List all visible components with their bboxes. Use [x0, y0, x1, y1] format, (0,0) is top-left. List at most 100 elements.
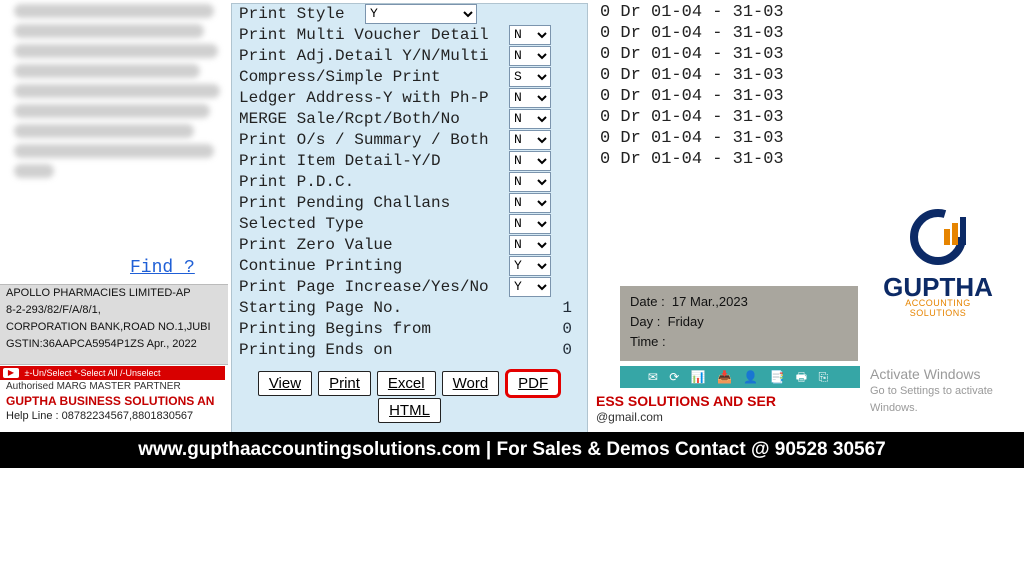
action-icon-strip[interactable]: ✉ ⟳ 📊 📥 👤 📑 🖶 ⎘	[620, 366, 860, 388]
bg-smudge	[14, 144, 214, 158]
day-label: Day :	[630, 314, 660, 329]
dialog-row-label: Selected Type	[231, 215, 509, 233]
footer-bar: www.gupthaaccountingsolutions.com | For …	[0, 432, 1024, 468]
dialog-row-select[interactable]: S	[509, 67, 551, 87]
dialog-row: Print O/s / Summary / BothN	[231, 129, 588, 150]
pdf-button[interactable]: PDF	[505, 369, 561, 398]
date-label: Date :	[630, 294, 665, 309]
dialog-row-select[interactable]: N	[509, 172, 551, 192]
time-label: Time :	[630, 334, 666, 349]
authorised-partner-label: Authorised MARG MASTER PARTNER	[0, 380, 231, 392]
selection-hint-text: ±-Un/Select *-Select All /-Unselect	[25, 368, 161, 378]
dialog-row: Print Adj.Detail Y/N/MultiN	[231, 45, 588, 66]
dialog-row: Compress/Simple PrintS	[231, 66, 588, 87]
guptha-g-icon	[908, 207, 968, 267]
dialog-row-label: Compress/Simple Print	[231, 68, 509, 86]
dialog-row-label: Print O/s / Summary / Both	[231, 131, 509, 149]
dialog-row: Starting Page No.1	[231, 297, 588, 318]
dialog-row: Print Page Increase/Yes/NoY	[231, 276, 588, 297]
dialog-row: Printing Begins from 0	[231, 318, 588, 339]
ledger-period-line: 0 Dr 01-04 - 31-03	[600, 45, 784, 64]
dialog-row: Ledger Address-Y with Ph-PN	[231, 87, 588, 108]
bg-smudge	[14, 64, 200, 78]
bg-smudge	[14, 24, 204, 38]
dialog-row-select[interactable]: N	[509, 130, 551, 150]
dialog-row: Print Pending ChallansN	[231, 192, 588, 213]
activate-sub: Go to Settings to activate Windows.	[870, 383, 1024, 417]
dialog-row-label: Printing Ends on	[231, 341, 509, 359]
info-line: 8-2-293/82/F/A/8/1,	[6, 302, 231, 319]
dialog-row-label: MERGE Sale/Rcpt/Both/No	[231, 110, 509, 128]
ledger-period-line: 0 Dr 01-04 - 31-03	[600, 3, 784, 22]
dialog-row-select[interactable]: N	[509, 214, 551, 234]
company-info-panel: APOLLO PHARMACIES LIMITED-AP 8-2-293/82/…	[0, 284, 231, 365]
info-line: APOLLO PHARMACIES LIMITED-AP	[6, 285, 231, 302]
dialog-row: Print P.D.C.N	[231, 171, 588, 192]
dialog-row: Continue PrintingY	[231, 255, 588, 276]
find-link[interactable]: Find ?	[130, 258, 195, 278]
dialog-row-select[interactable]: N	[509, 235, 551, 255]
dialog-row-select[interactable]: Y	[509, 256, 551, 276]
youtube-icon: ▶	[3, 368, 19, 378]
dialog-row-label: Print P.D.C.	[231, 173, 509, 191]
bg-smudge	[14, 84, 220, 98]
dialog-row-label: Print Style	[231, 5, 359, 23]
print-options-dialog: Print StyleYPrint Multi Voucher DetailNP…	[228, 0, 591, 436]
dialog-row: Print Style Y	[231, 3, 588, 24]
date-value: 17 Mar.,2023	[672, 294, 748, 309]
dialog-row-label: Print Zero Value	[231, 236, 509, 254]
dialog-row-label: Print Multi Voucher Detail	[231, 26, 509, 44]
selection-hint-bar: ▶ ±-Un/Select *-Select All /-Unselect	[0, 366, 225, 380]
activate-title: Activate Windows	[870, 366, 1024, 383]
dialog-row-label: Printing Begins from	[231, 320, 509, 338]
activate-windows-watermark: Activate Windows Go to Settings to activ…	[870, 366, 1024, 417]
dialog-row-value: 0	[562, 341, 572, 359]
ledger-period-line: 0 Dr 01-04 - 31-03	[600, 129, 784, 148]
bg-smudge	[14, 44, 218, 58]
dialog-row-select[interactable]: Y	[365, 4, 477, 24]
dialog-row: MERGE Sale/Rcpt/Both/NoN	[231, 108, 588, 129]
html-button[interactable]: HTML	[378, 398, 441, 423]
info-line: GSTIN:36AAPCA5954P1ZS Apr., 2022	[6, 336, 231, 353]
logo-text: GUPTHA	[878, 276, 998, 298]
ledger-period-line: 0 Dr 01-04 - 31-03	[600, 24, 784, 43]
guptha-business-label: GUPTHA BUSINESS SOLUTIONS AN	[0, 394, 231, 408]
dialog-row: Selected TypeN	[231, 213, 588, 234]
ledger-period-line: 0 Dr 01-04 - 31-03	[600, 150, 784, 169]
bg-smudge	[14, 164, 54, 178]
dialog-row: Print Multi Voucher DetailN	[231, 24, 588, 45]
day-value: Friday	[668, 314, 704, 329]
dialog-row-label: Print Adj.Detail Y/N/Multi	[231, 47, 509, 65]
word-button[interactable]: Word	[442, 371, 500, 396]
dialog-row-label: Print Pending Challans	[231, 194, 509, 212]
dialog-row-select[interactable]: Y	[509, 277, 551, 297]
ess-solutions-label: ESS SOLUTIONS AND SER	[596, 393, 776, 409]
dialog-button-row: ViewPrintExcelWordPDF HTML	[231, 369, 588, 423]
excel-button[interactable]: Excel	[377, 371, 436, 396]
info-line: CORPORATION BANK,ROAD NO.1,JUBI	[6, 319, 231, 336]
dialog-row-select[interactable]: N	[509, 88, 551, 108]
dialog-row: Print Zero ValueN	[231, 234, 588, 255]
bg-smudge	[14, 124, 194, 138]
dialog-row: Print Item Detail-Y/DN	[231, 150, 588, 171]
bg-smudge	[14, 104, 210, 118]
dialog-row-select[interactable]: N	[509, 46, 551, 66]
ledger-period-line: 0 Dr 01-04 - 31-03	[600, 108, 784, 127]
gmail-label: @gmail.com	[596, 410, 663, 424]
dialog-row-label: Ledger Address-Y with Ph-P	[231, 89, 509, 107]
dialog-row-select[interactable]: N	[509, 193, 551, 213]
dialog-row-label: Continue Printing	[231, 257, 509, 275]
dialog-row-select[interactable]: N	[509, 25, 551, 45]
view-button[interactable]: View	[258, 371, 312, 396]
dialog-row-select[interactable]: N	[509, 151, 551, 171]
dialog-row-select[interactable]: N	[509, 109, 551, 129]
dialog-row-label: Print Page Increase/Yes/No	[231, 278, 509, 296]
dialog-row-value: 1	[562, 299, 572, 317]
dialog-row: Printing Ends on 0	[231, 339, 588, 360]
dialog-row-value: 0	[562, 320, 572, 338]
helpline-label: Help Line : 08782234567,8801830567	[0, 410, 231, 422]
print-button[interactable]: Print	[318, 371, 371, 396]
dialog-row-label: Print Item Detail-Y/D	[231, 152, 509, 170]
ledger-period-line: 0 Dr 01-04 - 31-03	[600, 87, 784, 106]
ledger-period-line: 0 Dr 01-04 - 31-03	[600, 66, 784, 85]
